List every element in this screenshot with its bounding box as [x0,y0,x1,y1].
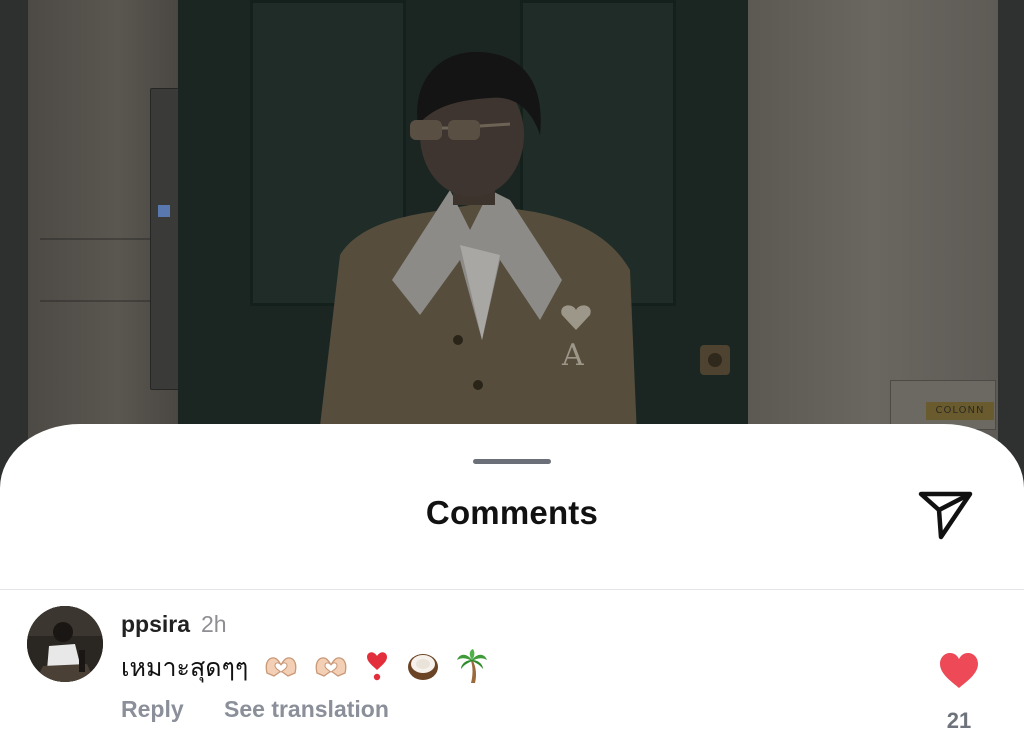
intercom-panel [150,88,180,390]
like-count: 21 [946,708,972,733]
comment-item: ppsira 2h เหมาะสุดๆๆ Reply See translati… [0,590,1024,742]
avatar[interactable] [27,606,103,682]
door-lock [700,345,730,375]
comment-text: เหมาะสุดๆๆ [121,653,249,682]
sheet-title: Comments [425,494,599,531]
see-translation-button[interactable]: See translation [224,696,389,723]
share-button[interactable] [914,486,976,544]
comment-timestamp: 2h [201,611,227,637]
intercom-screen [158,205,170,217]
heart-hands-icon [264,653,298,685]
stone-seam [40,238,150,240]
like-button[interactable] [938,652,980,690]
coconut-icon [406,651,440,687]
avatar-photo [27,606,103,682]
heart-hands-icon [314,653,348,685]
comment-username[interactable]: ppsira [121,611,190,638]
heart-icon [940,653,978,688]
palm-tree-icon [456,649,488,689]
comment-body: เหมาะสุดๆๆ [121,648,488,689]
reply-button[interactable]: Reply [121,696,184,723]
stone-seam [40,300,150,302]
plaque-label: COLONN [926,402,994,420]
person-figure: A [316,51,638,460]
screen: COLONN A Comments ppsira 2h เหมาะสุดๆๆ R… [0,0,1024,742]
svg-text:A: A [561,338,584,373]
sheet-grabber-handle[interactable] [473,459,551,464]
red-exclamation-icon [364,651,390,687]
paper-plane-icon [918,491,973,540]
